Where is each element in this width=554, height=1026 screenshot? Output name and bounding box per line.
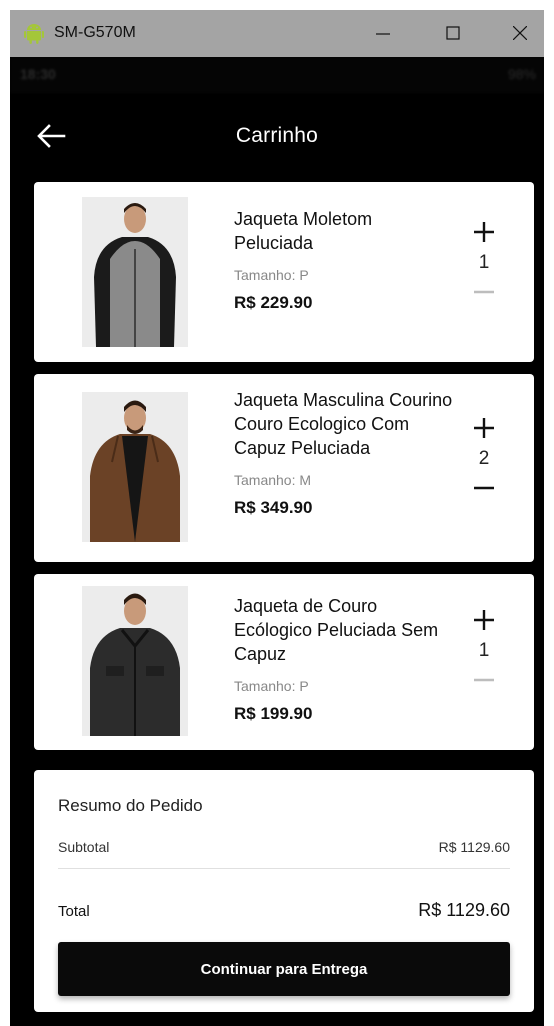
product-image: [82, 197, 188, 347]
window-titlebar: SM-G570M: [10, 10, 544, 57]
total-value: R$ 1129.60: [418, 900, 510, 920]
cart-item: Jaqueta Masculina Courino Couro Ecologic…: [34, 374, 534, 562]
status-time: 18:30: [20, 66, 56, 82]
app-bar: Carrinho: [10, 113, 544, 159]
product-size: Tamanho: P: [234, 678, 309, 694]
close-window-button[interactable]: [500, 16, 540, 50]
page-title: Carrinho: [235, 124, 319, 147]
product-image: [82, 392, 188, 542]
order-summary: Resumo do Pedido Subtotal R$ 1129.60 Tot…: [34, 770, 534, 1012]
minus-icon[interactable]: [470, 282, 498, 302]
product-price: R$ 229.90: [234, 293, 313, 312]
quantity-value: 1: [478, 640, 490, 661]
minus-icon[interactable]: [470, 478, 498, 498]
product-size: Tamanho: P: [234, 267, 309, 283]
product-info: Jaqueta de Couro Ecólogico Peluciada Sem…: [234, 594, 454, 724]
quantity-value: 2: [478, 448, 490, 469]
maximize-icon: [446, 26, 460, 40]
total-label: Total: [58, 903, 90, 920]
product-price: R$ 199.90: [234, 704, 313, 723]
quantity-value: 1: [478, 252, 490, 273]
subtotal-label: Subtotal: [58, 839, 110, 855]
close-icon: [512, 25, 528, 41]
minimize-button[interactable]: [363, 16, 403, 50]
cart-item: Jaqueta Moletom Peluciada Tamanho: P R$ …: [34, 182, 534, 362]
product-name: Jaqueta Moletom Peluciada: [234, 209, 373, 253]
product-size: Tamanho: M: [234, 472, 312, 488]
battery-level: 98%: [507, 66, 536, 82]
plus-icon[interactable]: [470, 218, 498, 246]
phone-screen: 18:30 98% Carrinho Jaqueta Moletom Peluc…: [10, 57, 544, 1026]
minus-icon[interactable]: [470, 670, 498, 690]
summary-title: Resumo do Pedido: [58, 796, 203, 815]
status-bar: 18:30 98%: [10, 57, 544, 93]
minimize-icon: [376, 33, 390, 35]
product-name: Jaqueta Masculina Courino Couro Ecologic…: [234, 390, 453, 458]
quantity-stepper: 2: [470, 414, 498, 498]
window-title: SM-G570M: [54, 24, 136, 41]
product-info: Jaqueta Masculina Courino Couro Ecologic…: [234, 388, 454, 518]
plus-icon[interactable]: [470, 606, 498, 634]
product-name: Jaqueta de Couro Ecólogico Peluciada Sem…: [234, 596, 439, 664]
plus-icon[interactable]: [470, 414, 498, 442]
maximize-button[interactable]: [433, 16, 473, 50]
divider: [58, 868, 510, 869]
android-icon: [24, 24, 44, 44]
quantity-stepper: 1: [470, 218, 498, 302]
quantity-stepper: 1: [470, 606, 498, 690]
subtotal-value: R$ 1129.60: [438, 839, 510, 855]
product-info: Jaqueta Moletom Peluciada Tamanho: P R$ …: [234, 207, 454, 313]
cart-item: Jaqueta de Couro Ecólogico Peluciada Sem…: [34, 574, 534, 750]
continue-to-delivery-button[interactable]: Continuar para Entrega: [58, 942, 510, 996]
product-image: [82, 586, 188, 736]
product-price: R$ 349.90: [234, 498, 313, 517]
